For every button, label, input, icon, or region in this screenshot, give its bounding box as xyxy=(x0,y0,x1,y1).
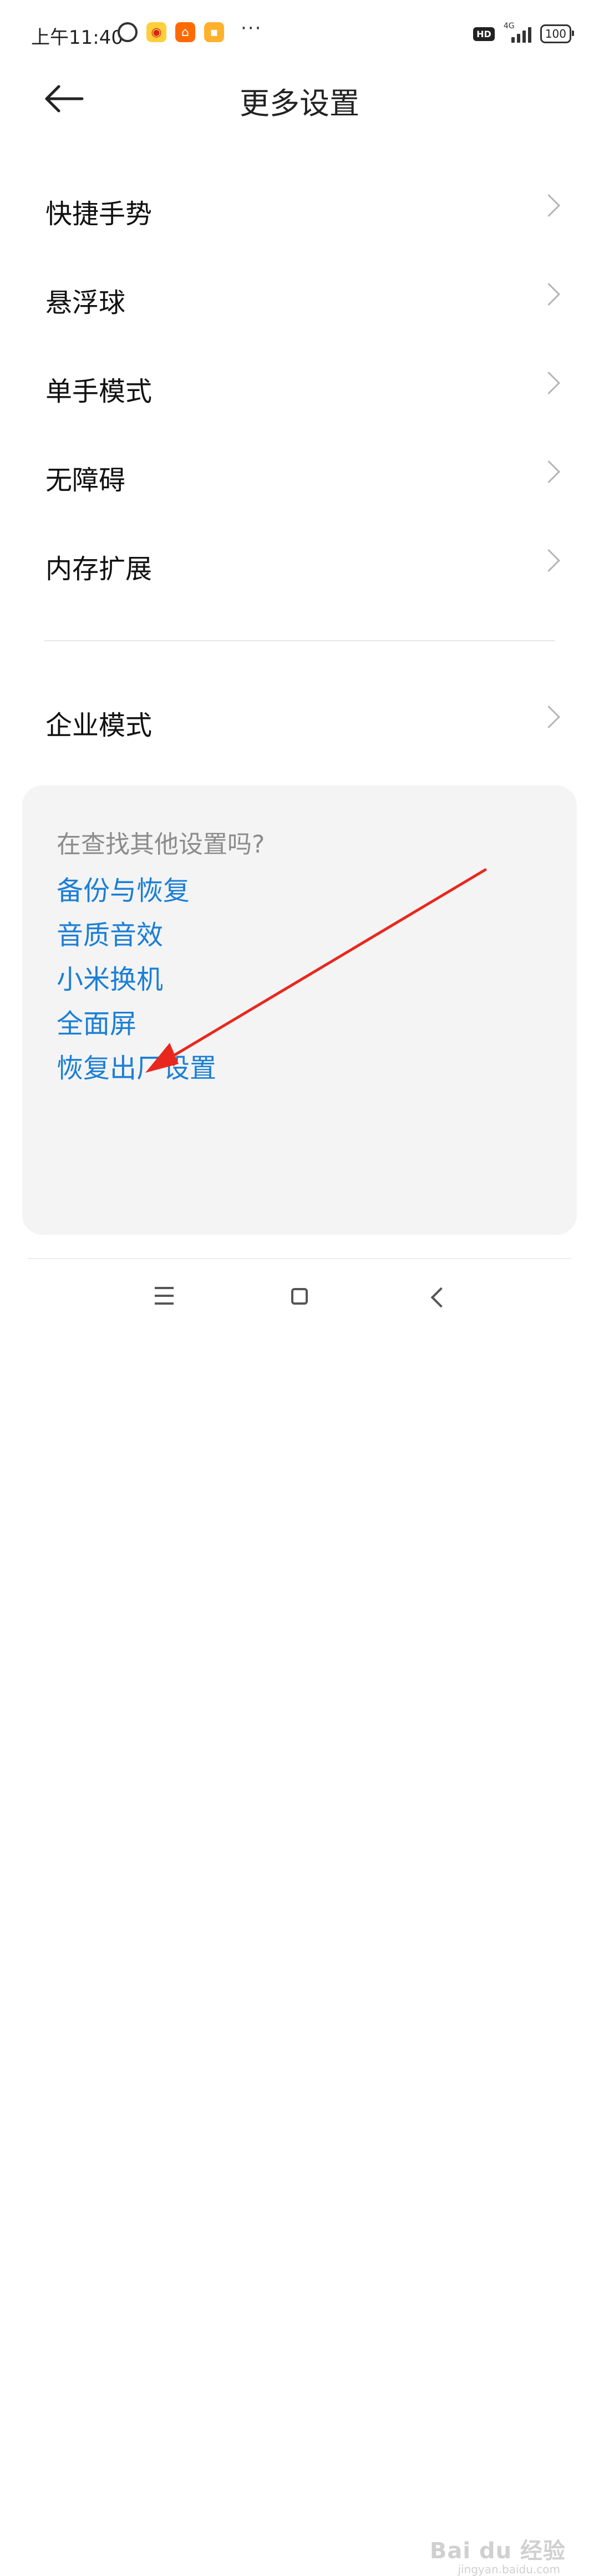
link-mi-mover[interactable]: 小米换机 xyxy=(57,957,163,996)
navbar-divider xyxy=(28,1258,571,1259)
navigation-bar: Bai du 经验 jingyan.baidu.com xyxy=(0,1265,599,2576)
settings-item-enterprise-mode[interactable]: 企业模式 xyxy=(0,676,599,764)
suggestion-title: 在查找其他设置吗? xyxy=(57,830,265,859)
suggestion-card: 在查找其他设置吗? 备份与恢复 音质音效 小米换机 全面屏 恢复出厂设置 xyxy=(22,785,577,1235)
chevron-right-icon xyxy=(537,705,561,729)
hd-icon: HD xyxy=(473,27,495,41)
home-button[interactable] xyxy=(283,1281,316,1315)
recent-apps-button[interactable] xyxy=(148,1281,181,1315)
link-full-screen[interactable]: 全面屏 xyxy=(57,1002,136,1041)
chevron-right-icon xyxy=(537,549,561,572)
nav-back-button[interactable] xyxy=(423,1281,456,1315)
settings-list-enterprise: 企业模式 xyxy=(0,676,599,764)
link-sound-effects[interactable]: 音质音效 xyxy=(57,913,163,952)
settings-item-label: 无障碍 xyxy=(45,465,126,496)
link-backup-restore[interactable]: 备份与恢复 xyxy=(57,869,190,907)
alarm-icon xyxy=(118,22,138,42)
watermark-logo: Bai du 经验 xyxy=(429,2538,566,2564)
network-type: 4G xyxy=(503,22,515,31)
settings-list: 快捷手势 悬浮球 单手模式 无障碍 内存扩展 xyxy=(0,164,599,608)
taobao-icon: ⌂ xyxy=(175,22,195,42)
chevron-right-icon xyxy=(537,282,561,306)
settings-item-label: 内存扩展 xyxy=(45,554,153,585)
settings-item-label: 企业模式 xyxy=(45,710,153,741)
settings-item-floating-ball[interactable]: 悬浮球 xyxy=(0,253,599,342)
settings-item-one-handed-mode[interactable]: 单手模式 xyxy=(0,342,599,430)
settings-item-accessibility[interactable]: 无障碍 xyxy=(0,430,599,519)
page-header: 更多设置 xyxy=(0,67,599,128)
more-notifications-icon: ··· xyxy=(241,17,262,39)
settings-item-label: 单手模式 xyxy=(45,376,153,407)
page-title: 更多设置 xyxy=(240,86,359,121)
settings-item-label: 快捷手势 xyxy=(45,199,153,230)
chevron-right-icon xyxy=(537,194,561,217)
notification-icons: ◉ ⌂ ▪ ··· xyxy=(118,17,262,42)
settings-item-quick-gestures[interactable]: 快捷手势 xyxy=(0,164,599,253)
battery-icon: 100 xyxy=(540,24,575,43)
link-factory-reset[interactable]: 恢复出厂设置 xyxy=(57,1046,216,1085)
message-icon: ▪ xyxy=(204,22,224,42)
chevron-right-icon xyxy=(537,460,561,484)
battery-level: 100 xyxy=(545,27,566,40)
signal-icon: 4G xyxy=(503,22,531,43)
settings-item-memory-extension[interactable]: 内存扩展 xyxy=(0,519,599,608)
status-bar: 上午11:40 ◉ ⌂ ▪ ··· HD 4G 100 xyxy=(0,0,599,67)
status-time: 上午11:40 xyxy=(31,27,123,49)
section-divider xyxy=(44,640,555,641)
weibo-icon: ◉ xyxy=(146,22,166,42)
watermark-url: jingyan.baidu.com xyxy=(458,2563,560,2576)
system-icons: HD 4G 100 xyxy=(473,22,575,43)
chevron-right-icon xyxy=(537,371,561,395)
settings-item-label: 悬浮球 xyxy=(45,287,126,318)
